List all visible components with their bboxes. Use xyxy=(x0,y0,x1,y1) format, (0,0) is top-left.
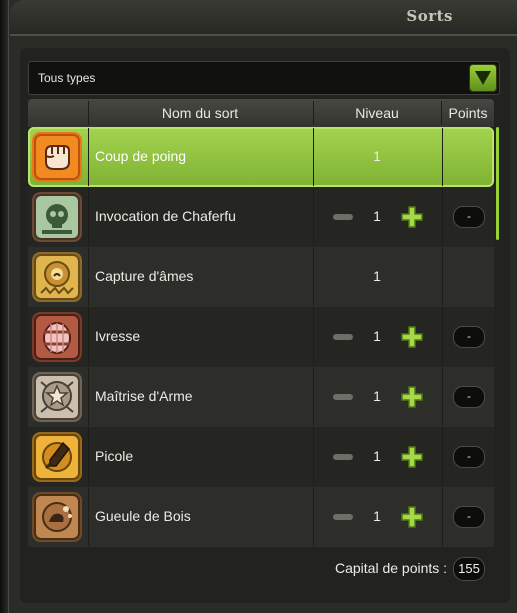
spell-level: 1 xyxy=(373,208,381,224)
table-row[interactable]: Picole 1 - xyxy=(28,427,494,487)
spell-name: Ivresse xyxy=(95,328,141,344)
skull-icon xyxy=(32,192,82,242)
breath-icon xyxy=(32,492,82,542)
table-row[interactable]: Invocation de Chaferfu 1 - xyxy=(28,187,494,247)
spell-name: Coup de poing xyxy=(95,148,187,164)
spell-name: Invocation de Chaferfu xyxy=(95,208,236,224)
star-burst-icon xyxy=(32,372,82,422)
window-edge xyxy=(0,0,8,613)
spell-name: Capture d'âmes xyxy=(95,268,194,284)
barrel-icon xyxy=(32,312,82,362)
chevron-down-icon xyxy=(475,71,491,85)
type-filter-value: Tous types xyxy=(38,71,96,85)
table-row[interactable]: Capture d'âmes 1 xyxy=(28,247,494,307)
plus-icon[interactable] xyxy=(400,505,424,529)
spell-level: 1 xyxy=(373,328,381,344)
table-row[interactable]: Gueule de Bois 1 - xyxy=(28,487,494,547)
decrease-level-button[interactable] xyxy=(333,334,353,340)
table-header: Nom du sort Niveau Points xyxy=(28,99,494,127)
table-row[interactable]: Coup de poing 1 xyxy=(28,127,494,187)
decrease-level-button[interactable] xyxy=(333,514,353,520)
dropdown-arrow-button[interactable] xyxy=(469,64,497,92)
column-header-level[interactable]: Niveau xyxy=(313,99,441,127)
spell-icon-slot xyxy=(32,372,82,422)
spell-level: 1 xyxy=(373,268,381,284)
spell-icon-slot xyxy=(32,492,82,542)
decrease-level-button[interactable] xyxy=(333,454,353,460)
title-bar[interactable]: Sorts xyxy=(10,0,517,36)
table-row[interactable]: Ivresse 1 - xyxy=(28,307,494,367)
spell-icon-slot xyxy=(32,252,82,302)
spell-level: 1 xyxy=(373,448,381,464)
points-badge: - xyxy=(453,506,485,528)
points-badge: - xyxy=(453,446,485,468)
column-header-name[interactable]: Nom du sort xyxy=(88,99,312,127)
points-badge: - xyxy=(453,386,485,408)
spell-name: Maîtrise d'Arme xyxy=(95,388,193,404)
bottle-icon xyxy=(32,432,82,482)
spell-icon-slot xyxy=(32,312,82,362)
spell-icon-slot xyxy=(32,432,82,482)
type-filter-dropdown[interactable]: Tous types xyxy=(28,61,500,95)
scrollbar-thumb[interactable] xyxy=(496,127,499,240)
plus-icon[interactable] xyxy=(400,385,424,409)
decrease-level-button[interactable] xyxy=(333,394,353,400)
spell-icon-slot xyxy=(32,132,82,182)
soul-gear-icon xyxy=(32,252,82,302)
plus-icon[interactable] xyxy=(400,205,424,229)
decrease-level-button[interactable] xyxy=(333,214,353,220)
capital-label: Capital de points : xyxy=(335,560,448,576)
capital-value-badge: 155 xyxy=(453,557,485,581)
spell-name: Picole xyxy=(95,448,134,464)
fist-icon xyxy=(32,132,82,182)
window-title: Sorts xyxy=(406,7,453,25)
plus-icon[interactable] xyxy=(400,325,424,349)
spell-icon-slot xyxy=(32,192,82,242)
column-header-points[interactable]: Points xyxy=(442,99,494,127)
spell-level: 1 xyxy=(373,388,381,404)
spell-level: 1 xyxy=(373,508,381,524)
plus-icon[interactable] xyxy=(400,445,424,469)
table-row[interactable]: Maîtrise d'Arme 1 - xyxy=(28,367,494,427)
column-divider xyxy=(88,101,89,125)
spell-name: Gueule de Bois xyxy=(95,508,191,524)
points-badge: - xyxy=(453,326,485,348)
spell-level: 1 xyxy=(373,148,381,164)
points-badge: - xyxy=(453,206,485,228)
